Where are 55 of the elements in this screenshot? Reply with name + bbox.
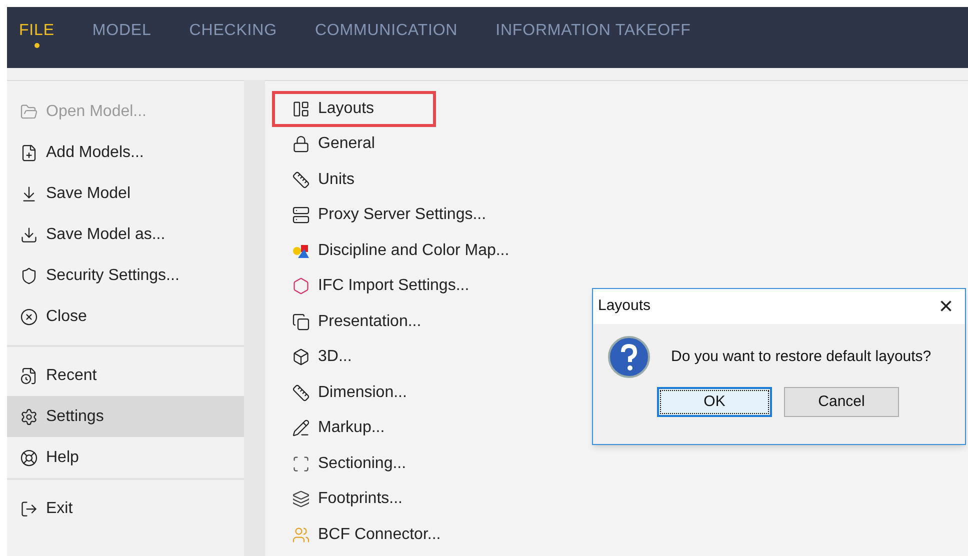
- options-entry[interactable]: Markup...: [292, 416, 385, 440]
- dialog-button[interactable]: OK: [657, 387, 772, 417]
- hexagon-icon: [292, 277, 310, 296]
- sidebar-item[interactable]: Help: [7, 437, 244, 478]
- sidebar-item[interactable]: Save Model: [7, 173, 244, 214]
- sidebar-item[interactable]: Settings: [7, 396, 244, 437]
- menu-tab[interactable]: CHECKING: [189, 19, 277, 55]
- download-icon: [20, 184, 38, 202]
- section-icon: [292, 454, 310, 473]
- options-entry[interactable]: IFC Import Settings...: [292, 274, 470, 298]
- menu-tab[interactable]: INFORMATION TAKEOFF: [496, 19, 691, 55]
- ruler-icon: [292, 384, 310, 402]
- dialog-title: Layouts: [598, 296, 651, 316]
- layers-icon: [292, 490, 310, 508]
- options-entry[interactable]: 3D...: [292, 345, 352, 370]
- options-entry[interactable]: General: [292, 132, 375, 156]
- file-clock-icon: [20, 366, 38, 384]
- question-icon: [607, 335, 651, 379]
- close-button[interactable]: ×: [938, 294, 953, 318]
- folder-icon: [20, 102, 38, 120]
- pencil-icon: [292, 419, 310, 438]
- ruler-icon: [292, 170, 310, 189]
- dialog-button[interactable]: Cancel: [784, 387, 899, 417]
- sidebar-item[interactable]: Close: [7, 296, 244, 337]
- options-entry[interactable]: Presentation...: [292, 310, 422, 334]
- menu-tab[interactable]: MODEL: [92, 19, 152, 55]
- close-icon: [20, 308, 38, 326]
- options-entry[interactable]: Footprints...: [292, 487, 402, 512]
- download-icon: [20, 226, 38, 244]
- lifebuoy-icon: [20, 448, 38, 466]
- people-icon: [292, 526, 310, 544]
- cube-icon: [292, 348, 310, 366]
- sidebar-item[interactable]: Exit: [7, 488, 244, 529]
- options-entry[interactable]: BCF Connector...: [292, 522, 441, 547]
- dialog-message: Do you want to restore default layouts?: [671, 346, 932, 367]
- settings-icon: [20, 408, 38, 426]
- options-entry[interactable]: Sectioning...: [292, 452, 406, 476]
- menu-tab[interactable]: COMMUNICATION: [314, 19, 458, 55]
- file-plus-icon: [20, 144, 38, 162]
- options-entry[interactable]: Dimension...: [292, 380, 407, 405]
- options-entry[interactable]: Discipline and Color Map...: [292, 238, 510, 263]
- shield-icon: [20, 266, 38, 284]
- layout-icon: [292, 100, 310, 118]
- sidebar-item[interactable]: Security Settings...: [7, 255, 244, 296]
- options-entry[interactable]: Proxy Server Settings...: [292, 203, 486, 228]
- copy-icon: [292, 312, 310, 331]
- sidebar-item[interactable]: Recent: [7, 355, 244, 396]
- options-entry[interactable]: Layouts: [292, 96, 374, 121]
- options-entry[interactable]: Units: [292, 168, 354, 192]
- sidebar-item[interactable]: Save Model as...: [7, 214, 244, 255]
- sidebar-item[interactable]: Add Models...: [7, 132, 244, 173]
- lock-icon: [292, 135, 310, 154]
- exit-icon: [20, 500, 38, 518]
- server-icon: [292, 206, 310, 224]
- menu-tab[interactable]: FILE: [19, 19, 54, 55]
